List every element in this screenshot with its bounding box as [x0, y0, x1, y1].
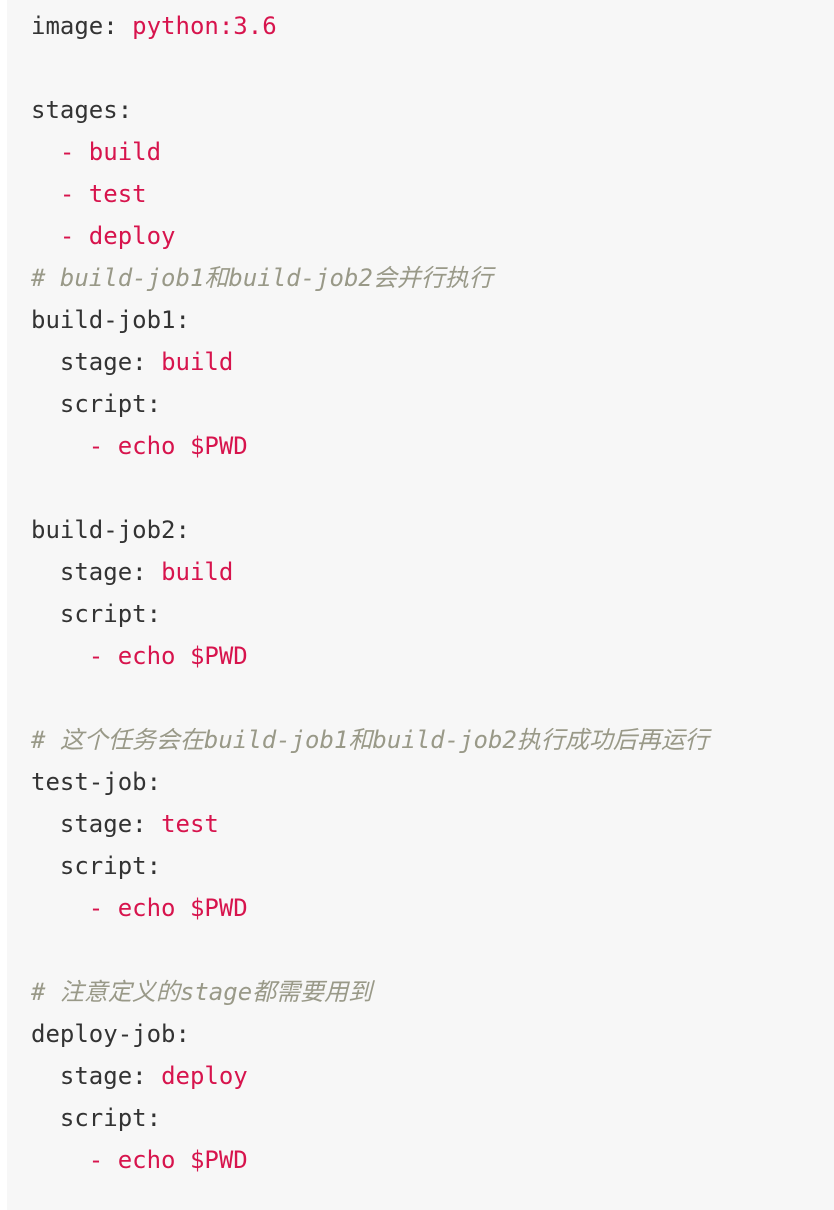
- code-key: script: [59, 1104, 147, 1132]
- code-line: # build-job1和build-job2会并行执行: [31, 257, 834, 299]
- code-key: stage: [59, 810, 133, 838]
- code-separator: :: [175, 1020, 190, 1048]
- code-line: stage: build: [31, 551, 834, 593]
- code-line: - build: [31, 131, 834, 173]
- code-line: stages:: [31, 89, 834, 131]
- code-separator: :: [132, 810, 162, 838]
- code-value: - test: [59, 180, 147, 208]
- code-key: stages: [31, 96, 118, 124]
- code-line: build-job2:: [31, 509, 834, 551]
- code-value: test: [161, 810, 219, 838]
- code-separator: :: [175, 306, 190, 334]
- code-separator: :: [132, 1062, 162, 1090]
- code-line: image: python:3.6: [31, 5, 834, 47]
- code-comment: # 这个任务会在build-job1和build-job2执行成功后再运行: [31, 726, 709, 754]
- code-comment: # build-job1和build-job2会并行执行: [31, 264, 493, 292]
- code-line: - test: [31, 173, 834, 215]
- code-line: stage: deploy: [31, 1055, 834, 1097]
- code-separator: :: [146, 852, 162, 880]
- code-line: - echo $PWD: [31, 1139, 834, 1181]
- code-line: test-job:: [31, 761, 834, 803]
- code-key: image: [31, 12, 104, 40]
- code-separator: :: [132, 558, 162, 586]
- code-key: stage: [59, 1062, 133, 1090]
- code-line: build-job1:: [31, 299, 834, 341]
- code-key: deploy-job: [31, 1020, 176, 1048]
- code-separator: :: [175, 516, 190, 544]
- code-key: build-job2: [31, 516, 176, 544]
- code-key: build-job1: [31, 306, 176, 334]
- code-line: script:: [31, 1097, 834, 1139]
- code-separator: :: [146, 768, 162, 796]
- code-key: stage: [59, 558, 133, 586]
- code-separator: :: [103, 12, 133, 40]
- code-line: - echo $PWD: [31, 887, 834, 929]
- code-line: - deploy: [31, 215, 834, 257]
- code-line: - echo $PWD: [31, 425, 834, 467]
- code-separator: :: [146, 390, 162, 418]
- code-line: - echo $PWD: [31, 635, 834, 677]
- code-value: build: [161, 558, 234, 586]
- code-value: python:3.6: [132, 12, 277, 40]
- code-line: stage: test: [31, 803, 834, 845]
- code-key: test-job: [31, 768, 147, 796]
- code-line: deploy-job:: [31, 1013, 834, 1055]
- code-value: - echo $PWD: [88, 894, 248, 922]
- code-separator: :: [132, 348, 162, 376]
- code-value: build: [161, 348, 234, 376]
- code-value: deploy: [161, 1062, 248, 1090]
- code-value: - echo $PWD: [88, 432, 248, 460]
- code-block: image: python:3.6 stages: - build - test …: [7, 0, 834, 1210]
- code-key: script: [59, 600, 147, 628]
- code-line: # 注意定义的stage都需要用到: [31, 971, 834, 1013]
- code-line: script:: [31, 593, 834, 635]
- code-line: script:: [31, 845, 834, 887]
- code-separator: :: [146, 1104, 162, 1132]
- code-key: script: [59, 390, 147, 418]
- code-value: - echo $PWD: [88, 642, 248, 670]
- code-separator: :: [146, 600, 162, 628]
- code-value: - build: [59, 138, 162, 166]
- code-key: script: [59, 852, 147, 880]
- code-line: script:: [31, 383, 834, 425]
- code-separator: :: [117, 96, 133, 124]
- code-value: - echo $PWD: [88, 1146, 248, 1174]
- code-key: stage: [59, 348, 133, 376]
- code-line: # 这个任务会在build-job1和build-job2执行成功后再运行: [31, 719, 834, 761]
- code-comment: # 注意定义的stage都需要用到: [31, 978, 373, 1006]
- code-line: stage: build: [31, 341, 834, 383]
- code-value: - deploy: [59, 222, 176, 250]
